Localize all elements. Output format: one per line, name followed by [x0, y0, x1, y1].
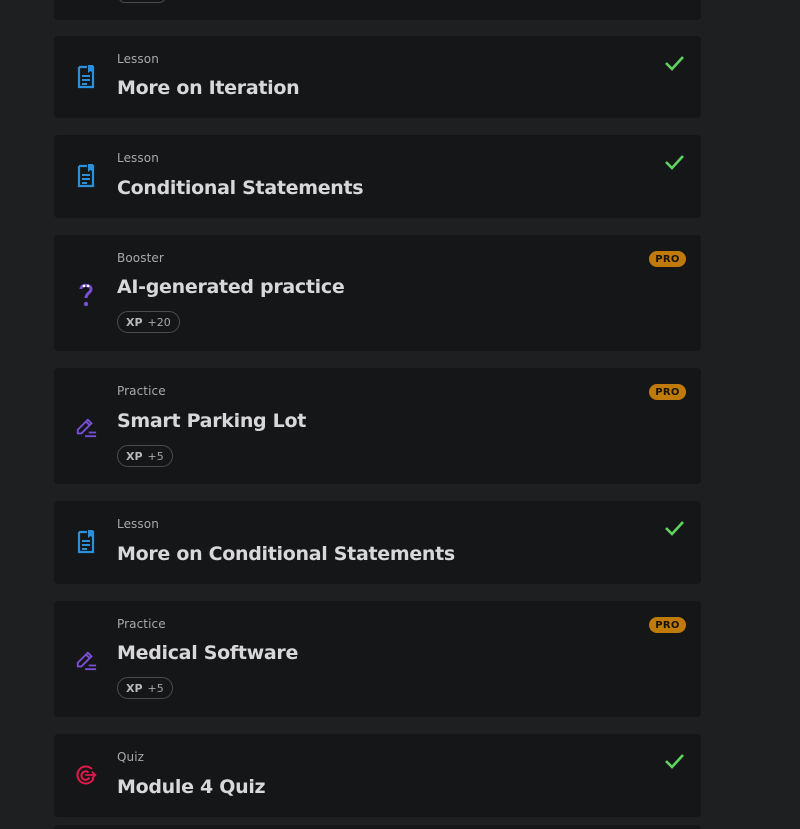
xp-label: XP: [126, 681, 143, 695]
item-title: Module 4 Quiz: [117, 776, 266, 798]
xp-reward-pill: XP +5: [117, 445, 173, 467]
xp-value: +5: [147, 681, 164, 695]
previous-item-card[interactable]: [54, 0, 701, 20]
quiz-item-module-4-quiz[interactable]: Quiz Module 4 Quiz: [54, 734, 701, 817]
pro-badge: PRO: [649, 251, 686, 267]
xp-reward-pill: XP +20: [117, 311, 180, 333]
lesson-item-more-on-iteration[interactable]: Lesson More on Iteration: [54, 36, 701, 118]
xp-reward-pill: XP +5: [117, 677, 173, 699]
xp-pill: [118, 0, 166, 3]
item-title: More on Iteration: [117, 77, 300, 99]
item-type-label: Lesson: [117, 52, 159, 66]
lesson-item-more-on-conditional-statements[interactable]: Lesson More on Conditional Statements: [54, 501, 701, 584]
lesson-item-conditional-statements[interactable]: Lesson Conditional Statements: [54, 135, 701, 218]
item-title: More on Conditional Statements: [117, 543, 455, 565]
pro-badge: PRO: [649, 384, 686, 400]
document-icon: [75, 528, 97, 556]
item-title: Conditional Statements: [117, 177, 364, 199]
check-icon: [663, 750, 685, 772]
item-type-label: Lesson: [117, 517, 159, 531]
check-icon: [663, 517, 685, 539]
next-item-card[interactable]: [54, 825, 701, 829]
booster-item-ai-generated-practice[interactable]: Booster AI-generated practice PRO XP +20: [54, 235, 701, 351]
xp-label: XP: [126, 449, 143, 463]
item-title: Smart Parking Lot: [117, 410, 307, 432]
item-type-label: Practice: [117, 617, 166, 631]
pencil-icon: [75, 413, 97, 441]
pro-badge: PRO: [649, 617, 686, 633]
pencil-icon: [75, 646, 97, 674]
xp-label: XP: [126, 315, 143, 329]
item-title: Medical Software: [117, 642, 299, 664]
item-type-label: Quiz: [117, 750, 145, 764]
item-type-label: Practice: [117, 384, 166, 398]
item-title: AI-generated practice: [117, 276, 345, 298]
document-icon: [75, 162, 97, 190]
document-icon: [75, 63, 97, 91]
module-item-list: Lesson More on Iteration Lesson Conditio…: [0, 0, 800, 829]
target-icon: [75, 761, 97, 789]
xp-value: +20: [147, 315, 171, 329]
question-mark-icon: [75, 280, 97, 308]
item-type-label: Lesson: [117, 151, 159, 165]
check-icon: [663, 52, 685, 74]
practice-item-medical-software[interactable]: Practice Medical Software PRO XP +5: [54, 601, 701, 717]
practice-item-smart-parking-lot[interactable]: Practice Smart Parking Lot PRO XP +5: [54, 368, 701, 484]
xp-value: +5: [147, 449, 164, 463]
check-icon: [663, 151, 685, 173]
item-type-label: Booster: [117, 251, 164, 265]
